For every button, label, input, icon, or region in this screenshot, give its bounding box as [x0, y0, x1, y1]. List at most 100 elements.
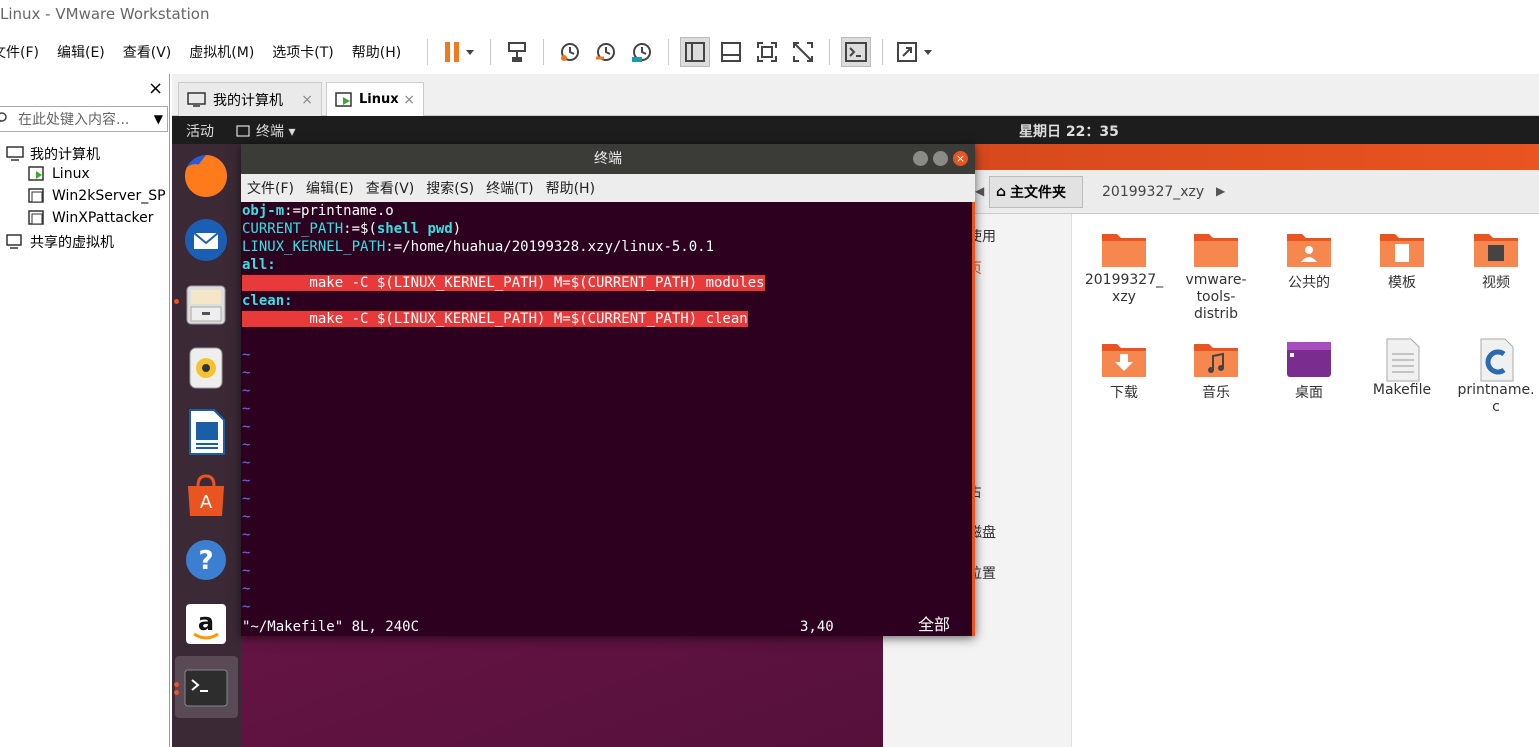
vim-tilde-line: ~	[242, 347, 251, 363]
computer-icon	[187, 91, 206, 107]
terminal-menu-help[interactable]: 帮助(H)	[546, 178, 595, 198]
thumbnail-bar-button[interactable]	[716, 37, 746, 67]
menu-edit[interactable]: 编辑(E)	[57, 42, 105, 62]
window-title-bar: Linux - VMware Workstation	[0, 0, 1539, 30]
tab-close-icon[interactable]: ×	[403, 92, 415, 108]
terminal-window[interactable]: 终端 × 文件(F) 编辑(E) 查看(V) 搜索(S) 终端(T) 帮助(H)…	[241, 144, 975, 636]
terminal-menu-view[interactable]: 查看(V)	[366, 178, 415, 198]
pause-button[interactable]	[439, 37, 479, 67]
revert-snapshot-button[interactable]	[591, 37, 621, 67]
maximize-button[interactable]	[933, 151, 948, 166]
tab-close-icon[interactable]: ×	[301, 92, 313, 108]
amazon-icon[interactable]: a	[182, 600, 230, 648]
snapshot-button[interactable]	[555, 37, 585, 67]
menu-tabs[interactable]: 选项卡(T)	[272, 42, 333, 62]
terminal-scrollbar[interactable]	[972, 202, 975, 636]
terminal-titlebar[interactable]: 终端 ×	[241, 144, 975, 174]
file-item[interactable]: 视频	[1455, 228, 1537, 292]
vim-status-all: 全部	[918, 615, 951, 634]
vim-line: make -C $(LINUX_KERNEL_PATH) M=$(CURRENT…	[242, 274, 972, 292]
file-item[interactable]: vmware- tools- distrib	[1176, 228, 1256, 323]
library-search-input[interactable]: 在此处键入内容...	[18, 109, 129, 129]
vim-line: clean:	[242, 292, 972, 310]
thunderbird-icon[interactable]	[182, 216, 230, 264]
folder-icon	[1193, 228, 1239, 268]
tree-item-winxpattacker[interactable]: WinXPattacker	[28, 210, 154, 226]
vm-display[interactable]: 活动 终端 ▾ 星期日 22：35 ◀ ⌂ 主文件夹 20199327_xzy …	[172, 116, 1539, 747]
firefox-icon[interactable]	[182, 152, 230, 200]
file-item[interactable]: Makefile	[1362, 338, 1442, 398]
file-item[interactable]: 下载	[1084, 338, 1164, 402]
console-icon	[845, 42, 868, 62]
vim-tilde-line: ~	[242, 383, 251, 399]
file-item[interactable]: 20199327_ xzy	[1084, 228, 1164, 306]
terminal-menu-terminal[interactable]: 终端(T)	[486, 178, 533, 198]
vim-token: shell pwd	[376, 221, 453, 237]
vim-tilde-line: ~	[242, 419, 251, 435]
chevron-right-icon[interactable]: ▶	[1216, 184, 1225, 198]
tab-linux[interactable]: Linux ×	[326, 82, 424, 116]
vim-tilde-line: ~	[242, 527, 251, 543]
terminal-menu-edit[interactable]: 编辑(E)	[306, 178, 354, 198]
file-item[interactable]: 音乐	[1176, 338, 1256, 402]
activities-button[interactable]: 活动	[186, 121, 214, 141]
clock[interactable]: 星期日 22：35	[1019, 121, 1119, 141]
unity-mode-button[interactable]	[788, 37, 818, 67]
folder-download-icon	[1101, 338, 1147, 378]
terminal-title: 终端	[594, 151, 622, 167]
terminal-app-icon[interactable]	[182, 664, 230, 712]
vim-line	[242, 328, 972, 346]
running-indicator	[174, 690, 179, 695]
vim-tilde-line: ~	[242, 509, 251, 525]
chevron-down-icon[interactable]: ▼	[154, 112, 163, 126]
bottom-bar-icon	[721, 42, 742, 62]
tree-item-my-computer[interactable]: 我的计算机	[6, 144, 100, 164]
vim-token: )	[452, 221, 462, 237]
close-button[interactable]: ×	[953, 151, 968, 166]
menu-help[interactable]: 帮助(H)	[352, 42, 401, 62]
libreoffice-writer-icon[interactable]	[182, 408, 230, 456]
software-center-icon[interactable]: A	[182, 472, 230, 520]
vim-status-line: "~/Makefile" 8L, 240C 3,40 全部	[242, 615, 972, 636]
file-item[interactable]: printname. c	[1455, 338, 1537, 416]
terminal-text-area[interactable]: obj-m:=printname.o CURRENT_PATH:=$(shell …	[241, 202, 972, 636]
vim-token: make -C $(LINUX_KERNEL_PATH) M=$(CURRENT…	[242, 311, 748, 327]
console-view-button[interactable]	[841, 37, 872, 67]
tab-my-computer[interactable]: 我的计算机 ×	[178, 82, 322, 116]
show-library-button[interactable]	[680, 37, 711, 67]
running-indicator	[174, 299, 179, 304]
tree-item-win2kserver[interactable]: Win2kServer_SP	[28, 188, 166, 204]
app-menu[interactable]: 终端 ▾	[236, 121, 295, 141]
tree-item-shared-vms[interactable]: 共享的虚拟机	[6, 232, 114, 252]
folder-template-icon	[1379, 228, 1425, 268]
path-sub-button[interactable]: 20199327_xzy	[1102, 184, 1204, 200]
help-icon[interactable]: ?	[182, 536, 230, 584]
library-close-icon[interactable]: ×	[148, 78, 163, 99]
vim-tilde-line: ~	[242, 455, 251, 471]
stretch-guest-button[interactable]	[894, 37, 938, 67]
files-app-icon[interactable]	[182, 280, 230, 328]
send-ctrl-alt-del-button[interactable]	[502, 37, 532, 67]
file-item[interactable]: 公共的	[1269, 228, 1349, 292]
vim-tilde-line: ~	[242, 473, 251, 489]
menu-vm[interactable]: 虚拟机(M)	[189, 42, 254, 62]
terminal-menu-search[interactable]: 搜索(S)	[426, 178, 474, 198]
tree-item-linux[interactable]: Linux	[28, 166, 90, 182]
rhythmbox-icon[interactable]	[182, 344, 230, 392]
folder-music-icon	[1193, 338, 1239, 378]
terminal-menu-file[interactable]: 文件(F)	[247, 178, 294, 198]
snapshot-manager-button[interactable]	[627, 37, 657, 67]
file-item[interactable]: 模板	[1362, 228, 1442, 292]
full-screen-button[interactable]	[752, 37, 782, 67]
minimize-button[interactable]	[913, 151, 928, 166]
menu-file[interactable]: 文件(F)	[0, 42, 39, 62]
menu-view[interactable]: 查看(V)	[123, 42, 172, 62]
folder-video-icon	[1473, 228, 1519, 268]
file-item[interactable]: 桌面	[1269, 338, 1349, 402]
library-search-box[interactable]: 在此处键入内容... ▼	[0, 106, 168, 132]
folder-share-icon	[1286, 228, 1332, 268]
chevron-left-icon[interactable]: ◀	[975, 184, 984, 198]
path-home-button[interactable]: ⌂ 主文件夹	[989, 176, 1083, 208]
vim-tilde-line: ~	[242, 581, 251, 597]
snapshot-manager-icon	[632, 43, 652, 62]
